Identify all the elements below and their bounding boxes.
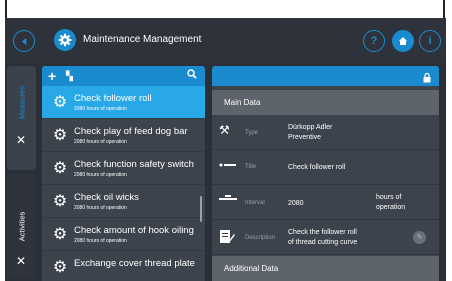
tools-icon: ✕ (16, 133, 27, 147)
interval-unit-line1: hours of (376, 194, 402, 201)
title-label: Title (245, 164, 257, 170)
list-item[interactable]: ⚙ Check oil wicks 2080 hours of operatio… (42, 185, 205, 218)
help-icon: ? (370, 35, 378, 47)
description-row: Description Check the follower roll of t… (212, 220, 439, 255)
additional-data-header: Additional Data (212, 256, 439, 281)
title-value: Check follower roll (288, 164, 346, 171)
device-frame-edge-left (5, 0, 7, 18)
description-label: Description (245, 235, 276, 241)
interval-row: Interval 2080 hours of operation (212, 185, 439, 220)
list-toolbar: + ▚ (42, 66, 205, 86)
tools-icon: ✕ (16, 254, 27, 268)
maintenance-gear-icon: ⚙ (52, 259, 68, 276)
type-value-manufacturer: Dürkopp Adler (288, 124, 333, 131)
tab-activities[interactable]: Activities ✕ (7, 174, 36, 279)
app-header: Maintenance Management ? i (5, 18, 446, 64)
help-button[interactable]: ? (363, 30, 385, 52)
info-button[interactable]: i (419, 30, 441, 52)
home-button[interactable] (392, 30, 414, 52)
additional-data-title: Additional Data (224, 264, 279, 273)
list-item[interactable]: ⚙ Check play of feed dog bar 2080 hours … (42, 119, 205, 152)
list-item[interactable]: ⚙ Exchange cover thread plate (42, 251, 205, 281)
list-item[interactable]: ⚙ Check function safety switch 2080 hour… (42, 152, 205, 185)
description-value-line1: Check the follower roll (288, 229, 357, 236)
type-value-category: Preventive (288, 134, 322, 141)
app-title: Maintenance Management (83, 34, 202, 45)
list-item-title: Exchange cover thread plate (74, 258, 195, 269)
type-row: ⚒ Type Dürkopp Adler Preventive (212, 115, 439, 150)
list-scrollbar[interactable] (200, 196, 202, 222)
info-icon: i (428, 35, 432, 47)
interval-unit-line2: operation (376, 204, 406, 211)
home-icon (399, 37, 407, 45)
list-item-title: Check follower roll (74, 93, 152, 104)
list-item-subtitle: 2080 hours of operation (74, 139, 127, 145)
list-item-subtitle: 2080 hours of operation (74, 172, 127, 178)
interval-icon (219, 193, 239, 211)
main-data-header: Main Data (212, 90, 439, 115)
maintenance-gear-icon: ⚙ (52, 226, 68, 243)
title-row: Title Check follower roll (212, 150, 439, 185)
title-icon (219, 158, 239, 176)
search-icon[interactable] (187, 69, 197, 82)
maintenance-gear-icon: ⚙ (52, 94, 68, 111)
add-icon[interactable]: + (48, 68, 56, 84)
pencil-icon: ✎ (416, 234, 423, 241)
side-tabs: Measures ✕ Activities ✕ (5, 64, 38, 281)
main-data-title: Main Data (224, 98, 261, 107)
list-item-title: Check function safety switch (74, 159, 194, 170)
tab-measures[interactable]: Measures ✕ (7, 66, 36, 170)
maintenance-gear-icon: ⚙ (52, 193, 68, 210)
back-button[interactable] (13, 30, 35, 52)
edit-description-button[interactable]: ✎ (413, 231, 426, 244)
interval-label: Interval (245, 200, 265, 206)
interval-value: 2080 (288, 200, 304, 207)
tab-activities-label: Activities (17, 211, 26, 242)
tab-measures-label: Measures (17, 86, 26, 119)
measures-list-panel: + ▚ ⚙ Check follower roll 2080 hours of … (42, 66, 205, 281)
list-item-subtitle: 2080 hours of operation (74, 238, 127, 244)
gear-icon (54, 29, 76, 51)
lock-icon (423, 70, 431, 88)
list-item-title: Check play of feed dog bar (74, 126, 188, 137)
list-item-title: Check oil wicks (74, 192, 139, 203)
list-item-subtitle: 2080 hours of operation (74, 106, 127, 112)
list-item[interactable]: ⚙ Check follower roll 2080 hours of oper… (42, 86, 205, 119)
type-label: Type (245, 130, 259, 136)
maintenance-gear-icon: ⚙ (52, 160, 68, 177)
app-screen: Maintenance Management ? i Measures ✕ Ac… (5, 18, 446, 281)
list-item[interactable]: ⚙ Check amount of hook oiling 2080 hours… (42, 218, 205, 251)
description-icon (219, 228, 239, 246)
detail-panel: Main Data ⚒ Type Dürkopp Adler Preventiv… (212, 66, 439, 281)
description-value-line2: of thread cutting curve (288, 239, 358, 246)
device-frame-edge-right (443, 0, 445, 18)
list-item-subtitle: 2080 hours of operation (74, 205, 127, 211)
list-item-title: Check amount of hook oiling (74, 225, 194, 236)
copy-icon[interactable]: ▚ (66, 71, 73, 82)
device-frame-top (0, 0, 452, 18)
type-icon: ⚒ (219, 123, 230, 137)
arrow-left-icon (21, 37, 26, 45)
detail-toolbar (212, 66, 439, 86)
maintenance-gear-icon: ⚙ (52, 127, 68, 144)
